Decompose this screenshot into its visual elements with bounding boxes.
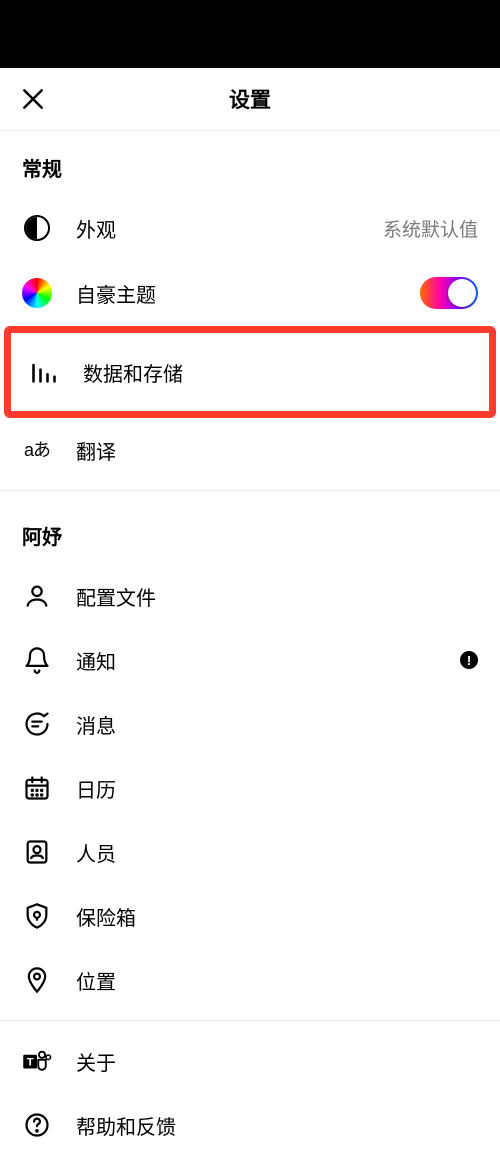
alert-badge-icon: ! (460, 651, 478, 669)
color-wheel-icon (22, 278, 52, 308)
people-icon (22, 837, 52, 867)
settings-item-data-storage[interactable]: 数据和存储 (11, 333, 489, 411)
teams-icon: T (22, 1046, 52, 1076)
pride-theme-toggle[interactable] (420, 277, 478, 309)
settings-item-translate[interactable]: aあ 翻译 (0, 418, 500, 482)
section-divider (0, 1020, 500, 1021)
about-label: 关于 (76, 1047, 478, 1076)
calendar-label: 日历 (76, 774, 478, 803)
safe-label: 保险箱 (76, 902, 478, 931)
people-label: 人员 (76, 838, 478, 867)
settings-item-notifications[interactable]: 通知 ! (0, 628, 500, 692)
svg-text:T: T (27, 1056, 34, 1068)
page-title: 设置 (229, 84, 271, 114)
settings-item-calendar[interactable]: 日历 (0, 756, 500, 820)
translate-icon: aあ (22, 435, 52, 465)
translate-label: 翻译 (76, 436, 478, 465)
location-label: 位置 (76, 966, 478, 995)
appearance-value: 系统默认值 (383, 215, 478, 242)
data-storage-icon (29, 357, 59, 387)
settings-item-appearance[interactable]: 外观 系统默认值 (0, 196, 500, 260)
appearance-icon (22, 213, 52, 243)
settings-item-help[interactable]: 帮助和反馈 (0, 1093, 500, 1157)
messages-label: 消息 (76, 710, 478, 739)
settings-item-messages[interactable]: 消息 (0, 692, 500, 756)
help-icon (22, 1110, 52, 1140)
profile-label: 配置文件 (76, 582, 478, 611)
bell-icon (22, 645, 52, 675)
help-label: 帮助和反馈 (76, 1111, 478, 1140)
highlight-box: 数据和存储 (4, 326, 496, 418)
status-bar (0, 0, 500, 68)
settings-item-safe[interactable]: 保险箱 (0, 884, 500, 948)
section-account-title: 阿妤 (0, 499, 500, 564)
settings-item-location[interactable]: 位置 (0, 948, 500, 1012)
location-icon (22, 965, 52, 995)
pride-theme-label: 自豪主题 (76, 279, 420, 308)
section-general-title: 常规 (0, 131, 500, 196)
appearance-label: 外观 (76, 214, 383, 243)
data-storage-label: 数据和存储 (83, 358, 471, 387)
settings-item-profile[interactable]: 配置文件 (0, 564, 500, 628)
section-divider (0, 490, 500, 491)
message-icon (22, 709, 52, 739)
profile-icon (22, 581, 52, 611)
close-icon[interactable] (20, 86, 46, 112)
settings-item-people[interactable]: 人员 (0, 820, 500, 884)
settings-header: 设置 (0, 68, 500, 131)
settings-item-about[interactable]: T 关于 (0, 1029, 500, 1093)
settings-item-pride-theme[interactable]: 自豪主题 (0, 260, 500, 326)
notifications-label: 通知 (76, 646, 460, 675)
calendar-icon (22, 773, 52, 803)
shield-icon (22, 901, 52, 931)
